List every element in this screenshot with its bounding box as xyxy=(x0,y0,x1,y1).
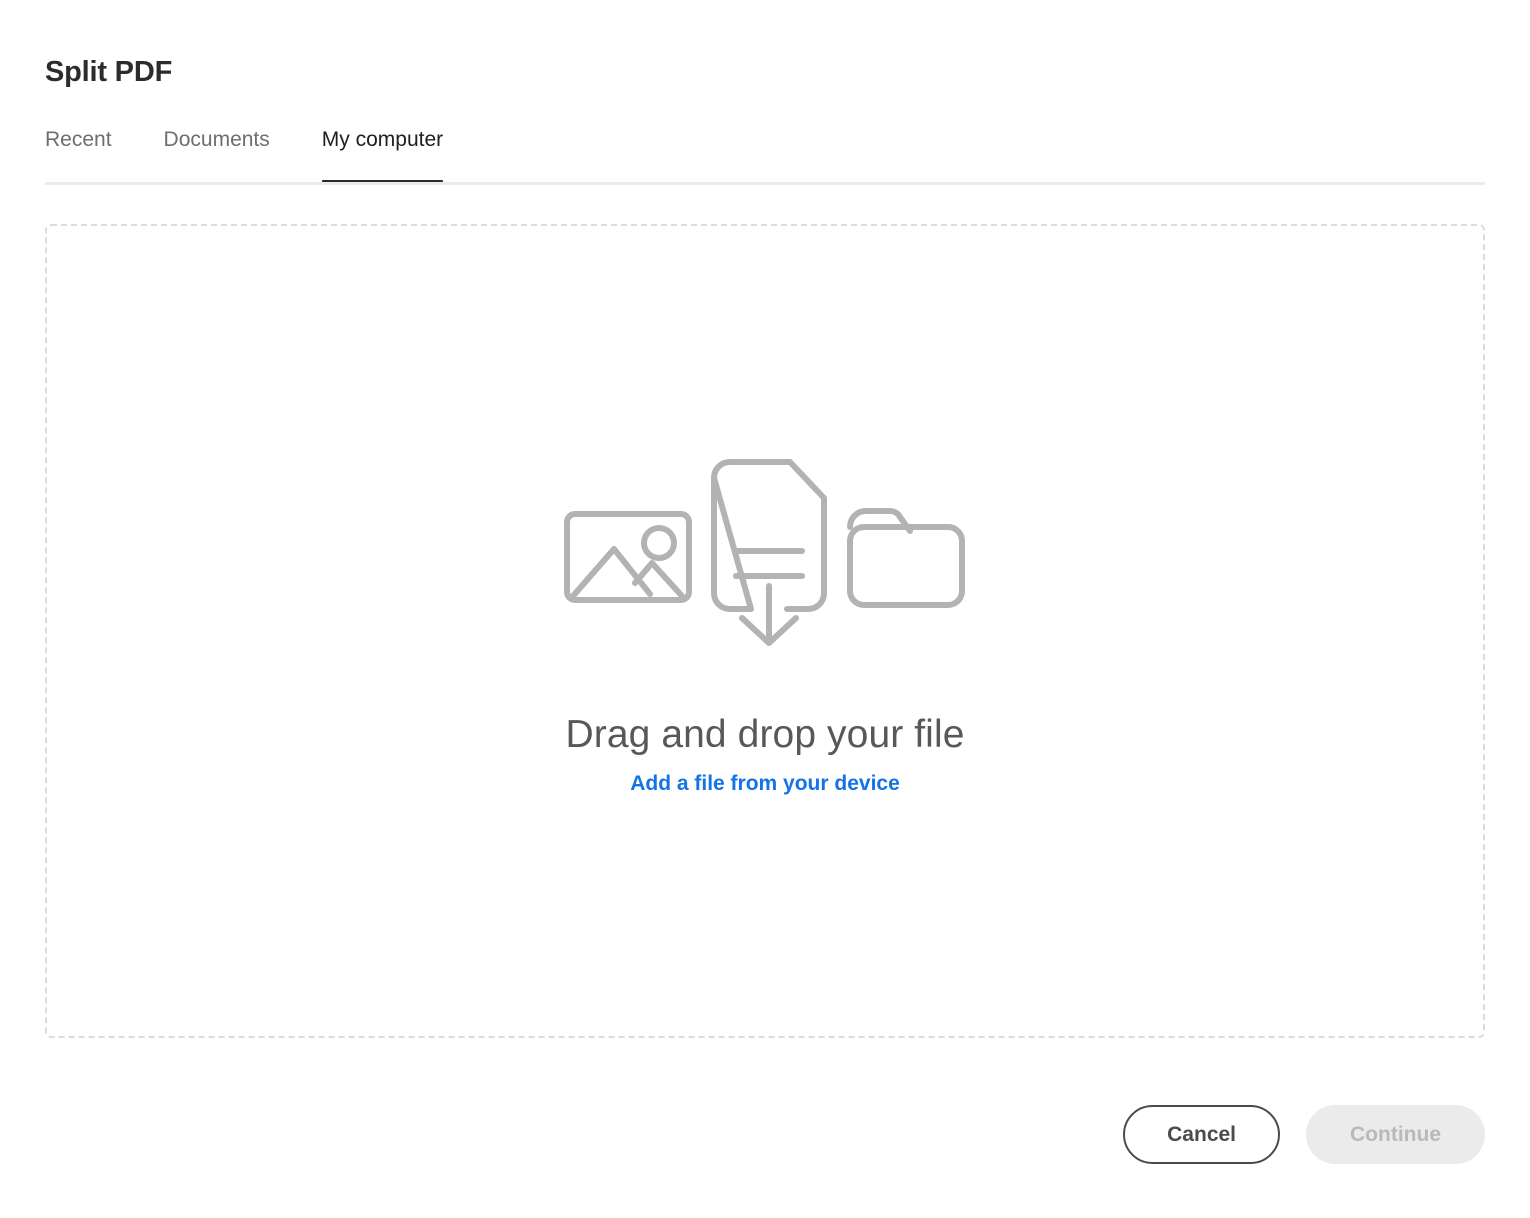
document-download-icon xyxy=(704,452,834,657)
tab-my-computer[interactable]: My computer xyxy=(321,126,444,184)
split-pdf-dialog: Split PDF Recent Documents My computer D… xyxy=(0,0,1530,1218)
file-dropzone[interactable]: Drag and drop your file Add a file from … xyxy=(45,224,1485,1038)
tab-documents[interactable]: Documents xyxy=(164,126,270,184)
dropzone-heading: Drag and drop your file xyxy=(565,712,965,756)
dialog-footer: Cancel Continue xyxy=(1123,1105,1485,1164)
image-icon xyxy=(562,499,694,610)
continue-button[interactable]: Continue xyxy=(1306,1105,1485,1164)
upload-illustration xyxy=(562,452,968,657)
tab-recent[interactable]: Recent xyxy=(45,126,112,184)
tab-divider xyxy=(45,182,1485,185)
tab-bar: Recent Documents My computer xyxy=(45,126,495,184)
add-file-link[interactable]: Add a file from your device xyxy=(630,771,900,797)
cancel-button[interactable]: Cancel xyxy=(1123,1105,1281,1164)
page-title: Split PDF xyxy=(45,56,173,88)
folder-icon xyxy=(844,493,968,616)
